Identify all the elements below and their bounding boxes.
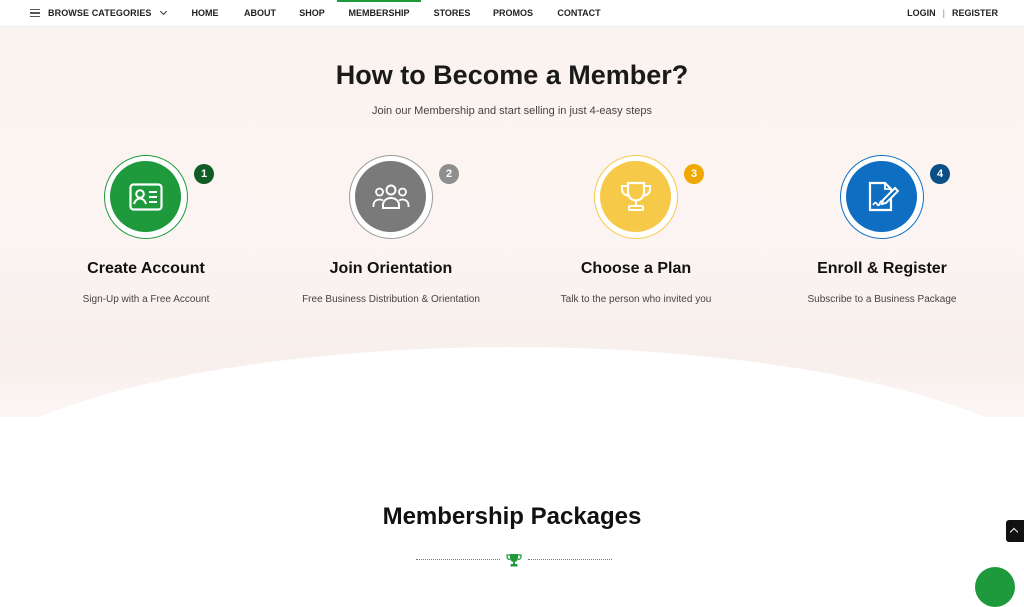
hamburger-icon [30,8,40,18]
nav-shop[interactable]: SHOP [295,0,329,26]
step-icon-ring [104,155,188,239]
nav-promos[interactable]: PROMOS [488,0,538,26]
section-curve [0,347,1024,417]
step-number-badge: 2 [439,164,459,184]
step-description: Free Business Distribution & Orientation [302,294,480,305]
step-icon-ring [349,155,433,239]
step-title: Join Orientation [329,260,453,277]
section-divider [416,553,612,567]
step-number-badge: 4 [930,164,950,184]
step-number-badge: 3 [684,164,704,184]
chevron-down-icon [159,7,168,16]
auth-separator: | [942,8,945,18]
membership-packages-title: Membership Packages [382,503,642,530]
step-description: Sign-Up with a Free Account [82,294,210,305]
nav-stores[interactable]: STORES [428,0,476,26]
nav-contact[interactable]: CONTACT [552,0,606,26]
step-title: Choose a Plan [580,260,692,277]
id-card-icon [110,161,181,232]
step-icon-ring [594,155,678,239]
step-number-badge: 1 [194,164,214,184]
section-title: How to Become a Member? [335,60,689,90]
nav-home[interactable]: HOME [186,0,224,26]
how-to-become-member-section: How to Become a Member? Join our Members… [0,27,1024,417]
step-title: Enroll & Register [817,260,947,277]
divider-line [528,559,612,560]
section-subtitle: Join our Membership and start selling in… [371,105,653,117]
browse-categories-button[interactable]: BROWSE CATEGORIES [18,0,178,26]
signed-document-icon [846,161,917,232]
top-navigation: BROWSE CATEGORIES HOME ABOUT SHOP MEMBER… [0,0,1024,27]
trophy-icon [506,553,522,572]
divider-line [416,559,500,560]
chevron-up-icon [1009,527,1019,537]
step-description: Subscribe to a Business Package [807,294,957,305]
step-description: Talk to the person who invited you [560,294,712,305]
login-link[interactable]: LOGIN [907,8,936,18]
trophy-icon [600,161,671,232]
chat-button[interactable] [975,567,1015,607]
users-group-icon [355,161,426,232]
auth-links: LOGIN | REGISTER [907,0,998,26]
scroll-to-top-button[interactable] [1006,520,1024,542]
step-icon-ring [840,155,924,239]
nav-about[interactable]: ABOUT [238,0,282,26]
nav-membership[interactable]: MEMBERSHIP [337,0,421,26]
register-link[interactable]: REGISTER [952,8,998,18]
browse-categories-label: BROWSE CATEGORIES [48,8,152,18]
step-title: Create Account [87,260,205,277]
